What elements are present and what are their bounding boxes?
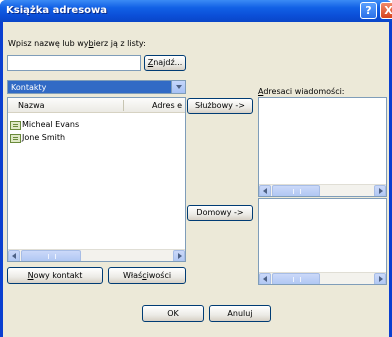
- home-recipients-scrollbar[interactable]: [259, 272, 386, 284]
- column-separator[interactable]: [123, 100, 124, 111]
- scroll-left-arrow-icon[interactable]: [8, 250, 20, 261]
- scroll-right-arrow-icon[interactable]: [374, 185, 386, 196]
- contact-name: Micheal Evans: [22, 120, 80, 129]
- column-header-name[interactable]: Nazwa: [18, 101, 45, 110]
- contacts-list-header: Nazwa Adres e: [8, 98, 185, 113]
- chevron-down-icon[interactable]: [171, 81, 185, 93]
- contact-row[interactable]: Jone Smith: [10, 133, 180, 144]
- contact-card-icon: [10, 134, 21, 143]
- contact-name: Jone Smith: [22, 133, 66, 142]
- contacts-list[interactable]: Nazwa Adres e Micheal Evans Jone Smith: [7, 97, 186, 262]
- service-recipients-button[interactable]: Służbowy ->: [187, 98, 253, 114]
- title-bar[interactable]: Książka adresowa ? X: [0, 0, 392, 22]
- address-book-select-value: Kontakty: [11, 83, 47, 92]
- scroll-left-arrow-icon[interactable]: [259, 185, 271, 196]
- contacts-horizontal-scrollbar[interactable]: [8, 249, 185, 261]
- search-input[interactable]: [7, 55, 141, 71]
- service-recipients-list[interactable]: [258, 97, 387, 197]
- find-button[interactable]: Znajdź...: [144, 55, 186, 71]
- scroll-right-arrow-icon[interactable]: [173, 250, 185, 261]
- new-contact-button[interactable]: Nowy kontakt: [7, 267, 103, 284]
- scroll-thumb[interactable]: [272, 185, 320, 196]
- properties-button[interactable]: Właściwości: [108, 267, 186, 284]
- home-recipients-list[interactable]: [258, 198, 387, 285]
- scroll-thumb[interactable]: [21, 250, 81, 261]
- window-title: Książka adresowa: [6, 5, 108, 16]
- help-button[interactable]: ?: [360, 2, 377, 19]
- cancel-button[interactable]: Anuluj: [209, 305, 271, 322]
- contact-row[interactable]: Micheal Evans: [10, 120, 180, 131]
- address-book-window: Książka adresowa ? X Wpisz nazwę lub wyb…: [0, 0, 392, 337]
- ok-button[interactable]: OK: [142, 305, 204, 322]
- close-button[interactable]: X: [380, 2, 392, 19]
- home-recipients-button[interactable]: Domowy ->: [187, 205, 253, 221]
- search-label: Wpisz nazwę lub wybierz ją z listy:: [8, 39, 146, 48]
- address-book-select[interactable]: Kontakty: [7, 80, 186, 94]
- scroll-left-arrow-icon[interactable]: [259, 273, 271, 284]
- dialog-body: Wpisz nazwę lub wybierz ją z listy: Znaj…: [3, 22, 389, 337]
- scroll-thumb[interactable]: [272, 273, 320, 284]
- contact-card-icon: [10, 121, 21, 130]
- service-recipients-scrollbar[interactable]: [259, 184, 386, 196]
- column-header-email[interactable]: Adres e: [152, 101, 182, 110]
- scroll-right-arrow-icon[interactable]: [374, 273, 386, 284]
- recipients-label: Adresaci wiadomości:: [258, 87, 345, 96]
